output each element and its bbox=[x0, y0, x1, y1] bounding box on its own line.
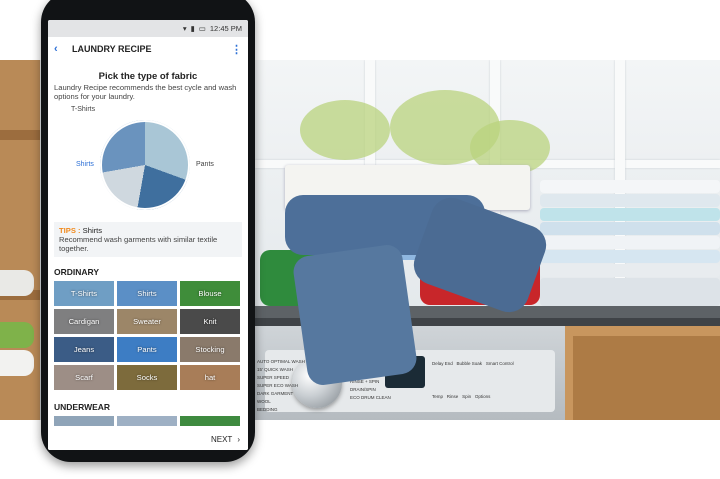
footer-bar: NEXT › bbox=[48, 428, 248, 450]
tips-box: TIPS : Shirts Recommend wash garments wi… bbox=[54, 222, 242, 257]
left-shelf bbox=[0, 60, 40, 420]
wheel-label-tshirts[interactable]: T-Shirts bbox=[71, 106, 95, 113]
phone-screen: ▾ ▮ ▭ 12:45 PM ‹ LAUNDRY RECIPE ⋮ Pick t… bbox=[48, 20, 248, 450]
status-bar: ▾ ▮ ▭ 12:45 PM bbox=[48, 20, 248, 37]
wheel-label-pants[interactable]: Pants bbox=[196, 161, 214, 168]
chevron-left-icon[interactable]: ‹ bbox=[54, 43, 72, 55]
ordinary-grid: T-Shirts Shirts Blouse Cardigan Sweater Knit J… bbox=[48, 281, 248, 390]
page-title: LAUNDRY RECIPE bbox=[72, 44, 152, 54]
washer-option-labels: Delay End Bubble Soak Smart Control Temp… bbox=[432, 361, 514, 399]
battery-icon: ▭ bbox=[198, 24, 206, 33]
chevron-right-icon[interactable]: › bbox=[237, 435, 240, 444]
section-underwear: UNDERWEAR bbox=[54, 402, 111, 412]
fabric-tile[interactable]: Jeans bbox=[54, 337, 114, 362]
fabric-tile[interactable]: Shirts bbox=[117, 281, 177, 306]
tips-text: Recommend wash garments with similar tex… bbox=[59, 235, 218, 253]
fabric-tile[interactable]: Blouse bbox=[180, 281, 240, 306]
fabric-tile[interactable]: Cardigan bbox=[54, 309, 114, 334]
app-bar: ‹ LAUNDRY RECIPE ⋮ bbox=[48, 37, 248, 61]
fabric-tile[interactable]: Pants bbox=[117, 337, 177, 362]
section-ordinary: ORDINARY bbox=[54, 267, 100, 277]
fabric-tile[interactable]: Scarf bbox=[54, 365, 114, 390]
wheel-label-shirts[interactable]: Shirts bbox=[76, 161, 94, 168]
underwear-tile[interactable] bbox=[117, 416, 177, 426]
more-vertical-icon[interactable]: ⋮ bbox=[231, 43, 242, 56]
underwear-tile[interactable] bbox=[54, 416, 114, 426]
washer-cycle-labels-left: AUTO OPTIMAL WASH 15' QUICK WASH SUPER S… bbox=[257, 359, 305, 412]
fabric-wheel-container: T-Shirts Shirts Pants bbox=[48, 104, 248, 219]
next-button[interactable]: NEXT bbox=[211, 435, 232, 444]
tips-prefix: TIPS : bbox=[59, 226, 81, 235]
fabric-tile[interactable]: T-Shirts bbox=[54, 281, 114, 306]
fabric-wheel[interactable] bbox=[100, 120, 190, 210]
fabric-tile[interactable]: Socks bbox=[117, 365, 177, 390]
underwear-grid bbox=[48, 416, 248, 426]
wifi-icon: ▾ bbox=[182, 24, 187, 33]
fabric-tile[interactable]: Knit bbox=[180, 309, 240, 334]
fabric-tile[interactable]: hat bbox=[180, 365, 240, 390]
fabric-picker-subtitle: Laundry Recipe recommends the best cycle… bbox=[54, 83, 237, 101]
fabric-tile[interactable]: Stocking bbox=[180, 337, 240, 362]
fabric-picker-heading: Pick the type of fabric bbox=[98, 71, 198, 82]
underwear-tile[interactable] bbox=[180, 416, 240, 426]
signal-icon: ▮ bbox=[190, 24, 195, 33]
status-time: 12:45 PM bbox=[209, 24, 242, 33]
fabric-tile[interactable]: Sweater bbox=[117, 309, 177, 334]
tips-title: Shirts bbox=[82, 226, 103, 235]
